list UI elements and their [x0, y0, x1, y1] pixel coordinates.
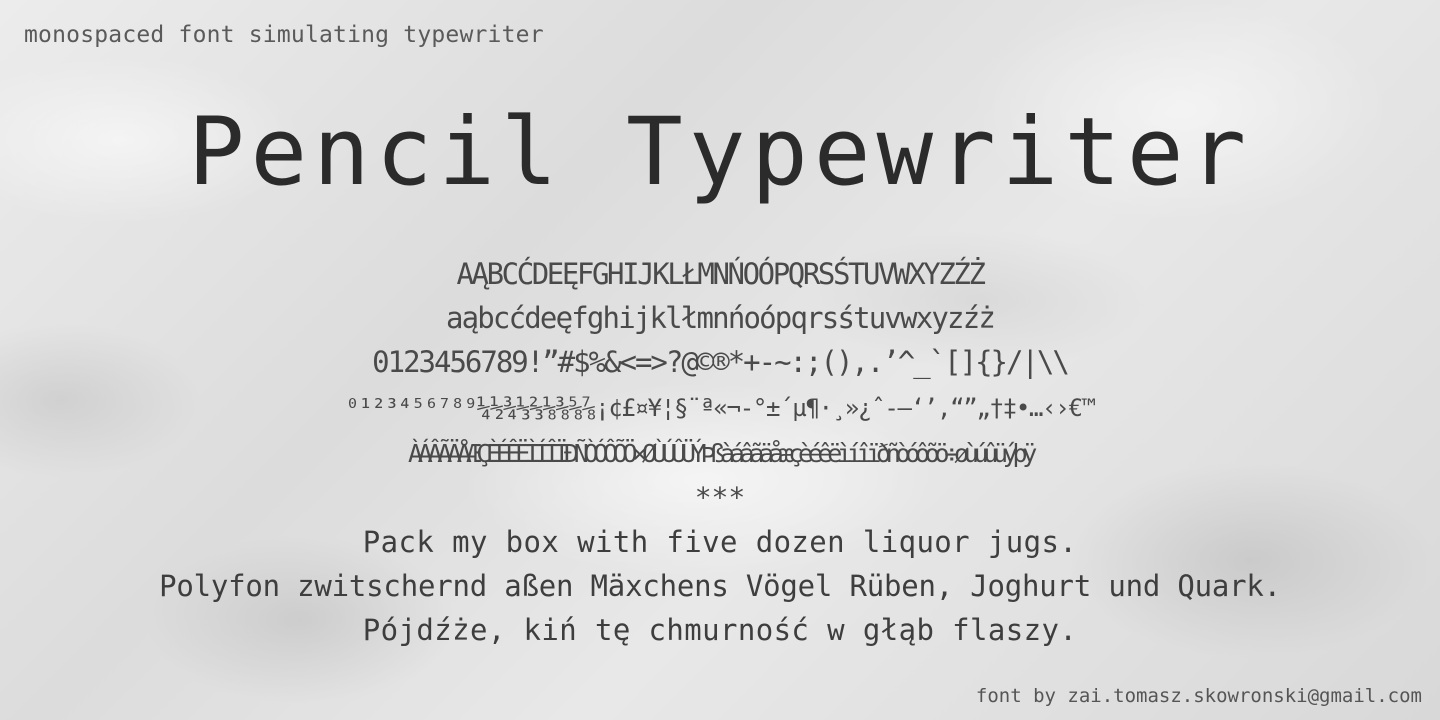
author-credit: font by zai.tomasz.skowronski@gmail.com: [975, 685, 1422, 707]
font-name-title: Pencil Typewriter: [187, 98, 1253, 207]
digits-punctuation-glyphs: 0123456789!”#$%&<=>?@©®*+-~:;(),.’^_`[]{…: [372, 345, 1070, 379]
separator-stars: ***: [694, 481, 746, 514]
character-specimen: AĄBCĆDEĘFGHIJKLŁMNŃOÓPQRSŚTUVWXYZŹŻ aąbc…: [0, 252, 1440, 652]
lowercase-glyphs: aąbcćdeęfghijklłmnńoópqrsśtuvwxyzźż: [445, 301, 996, 335]
accented-glyphs: ÀÁÂÃÄÅÆÇÈÉÊËÌÍÎÏÐÑÒÓÔÕÖ×ØÙÚÛÜÝÞßàáâãäåæç…: [407, 439, 1037, 468]
pangram-polish: Pójdźże, kiń tę chmurność w głąb flaszy.: [362, 613, 1078, 647]
symbol-glyphs: ⁰¹²³⁴⁵⁶⁷⁸⁹¼½¾⅓⅔⅛⅜⅝⅞¡¢£¤¥¦§¨ª«¬-°±´µ¶·¸»¿…: [345, 394, 1096, 422]
uppercase-glyphs: AĄBCĆDEĘFGHIJKLŁMNŃOÓPQRSŚTUVWXYZŹŻ: [456, 257, 985, 291]
font-description: monospaced font simulating typewriter: [24, 22, 544, 48]
pangram-german: Polyfon zwitschernd aßen Mäxchens Vögel …: [159, 569, 1281, 603]
pangram-english: Pack my box with five dozen liquor jugs.: [362, 525, 1078, 559]
